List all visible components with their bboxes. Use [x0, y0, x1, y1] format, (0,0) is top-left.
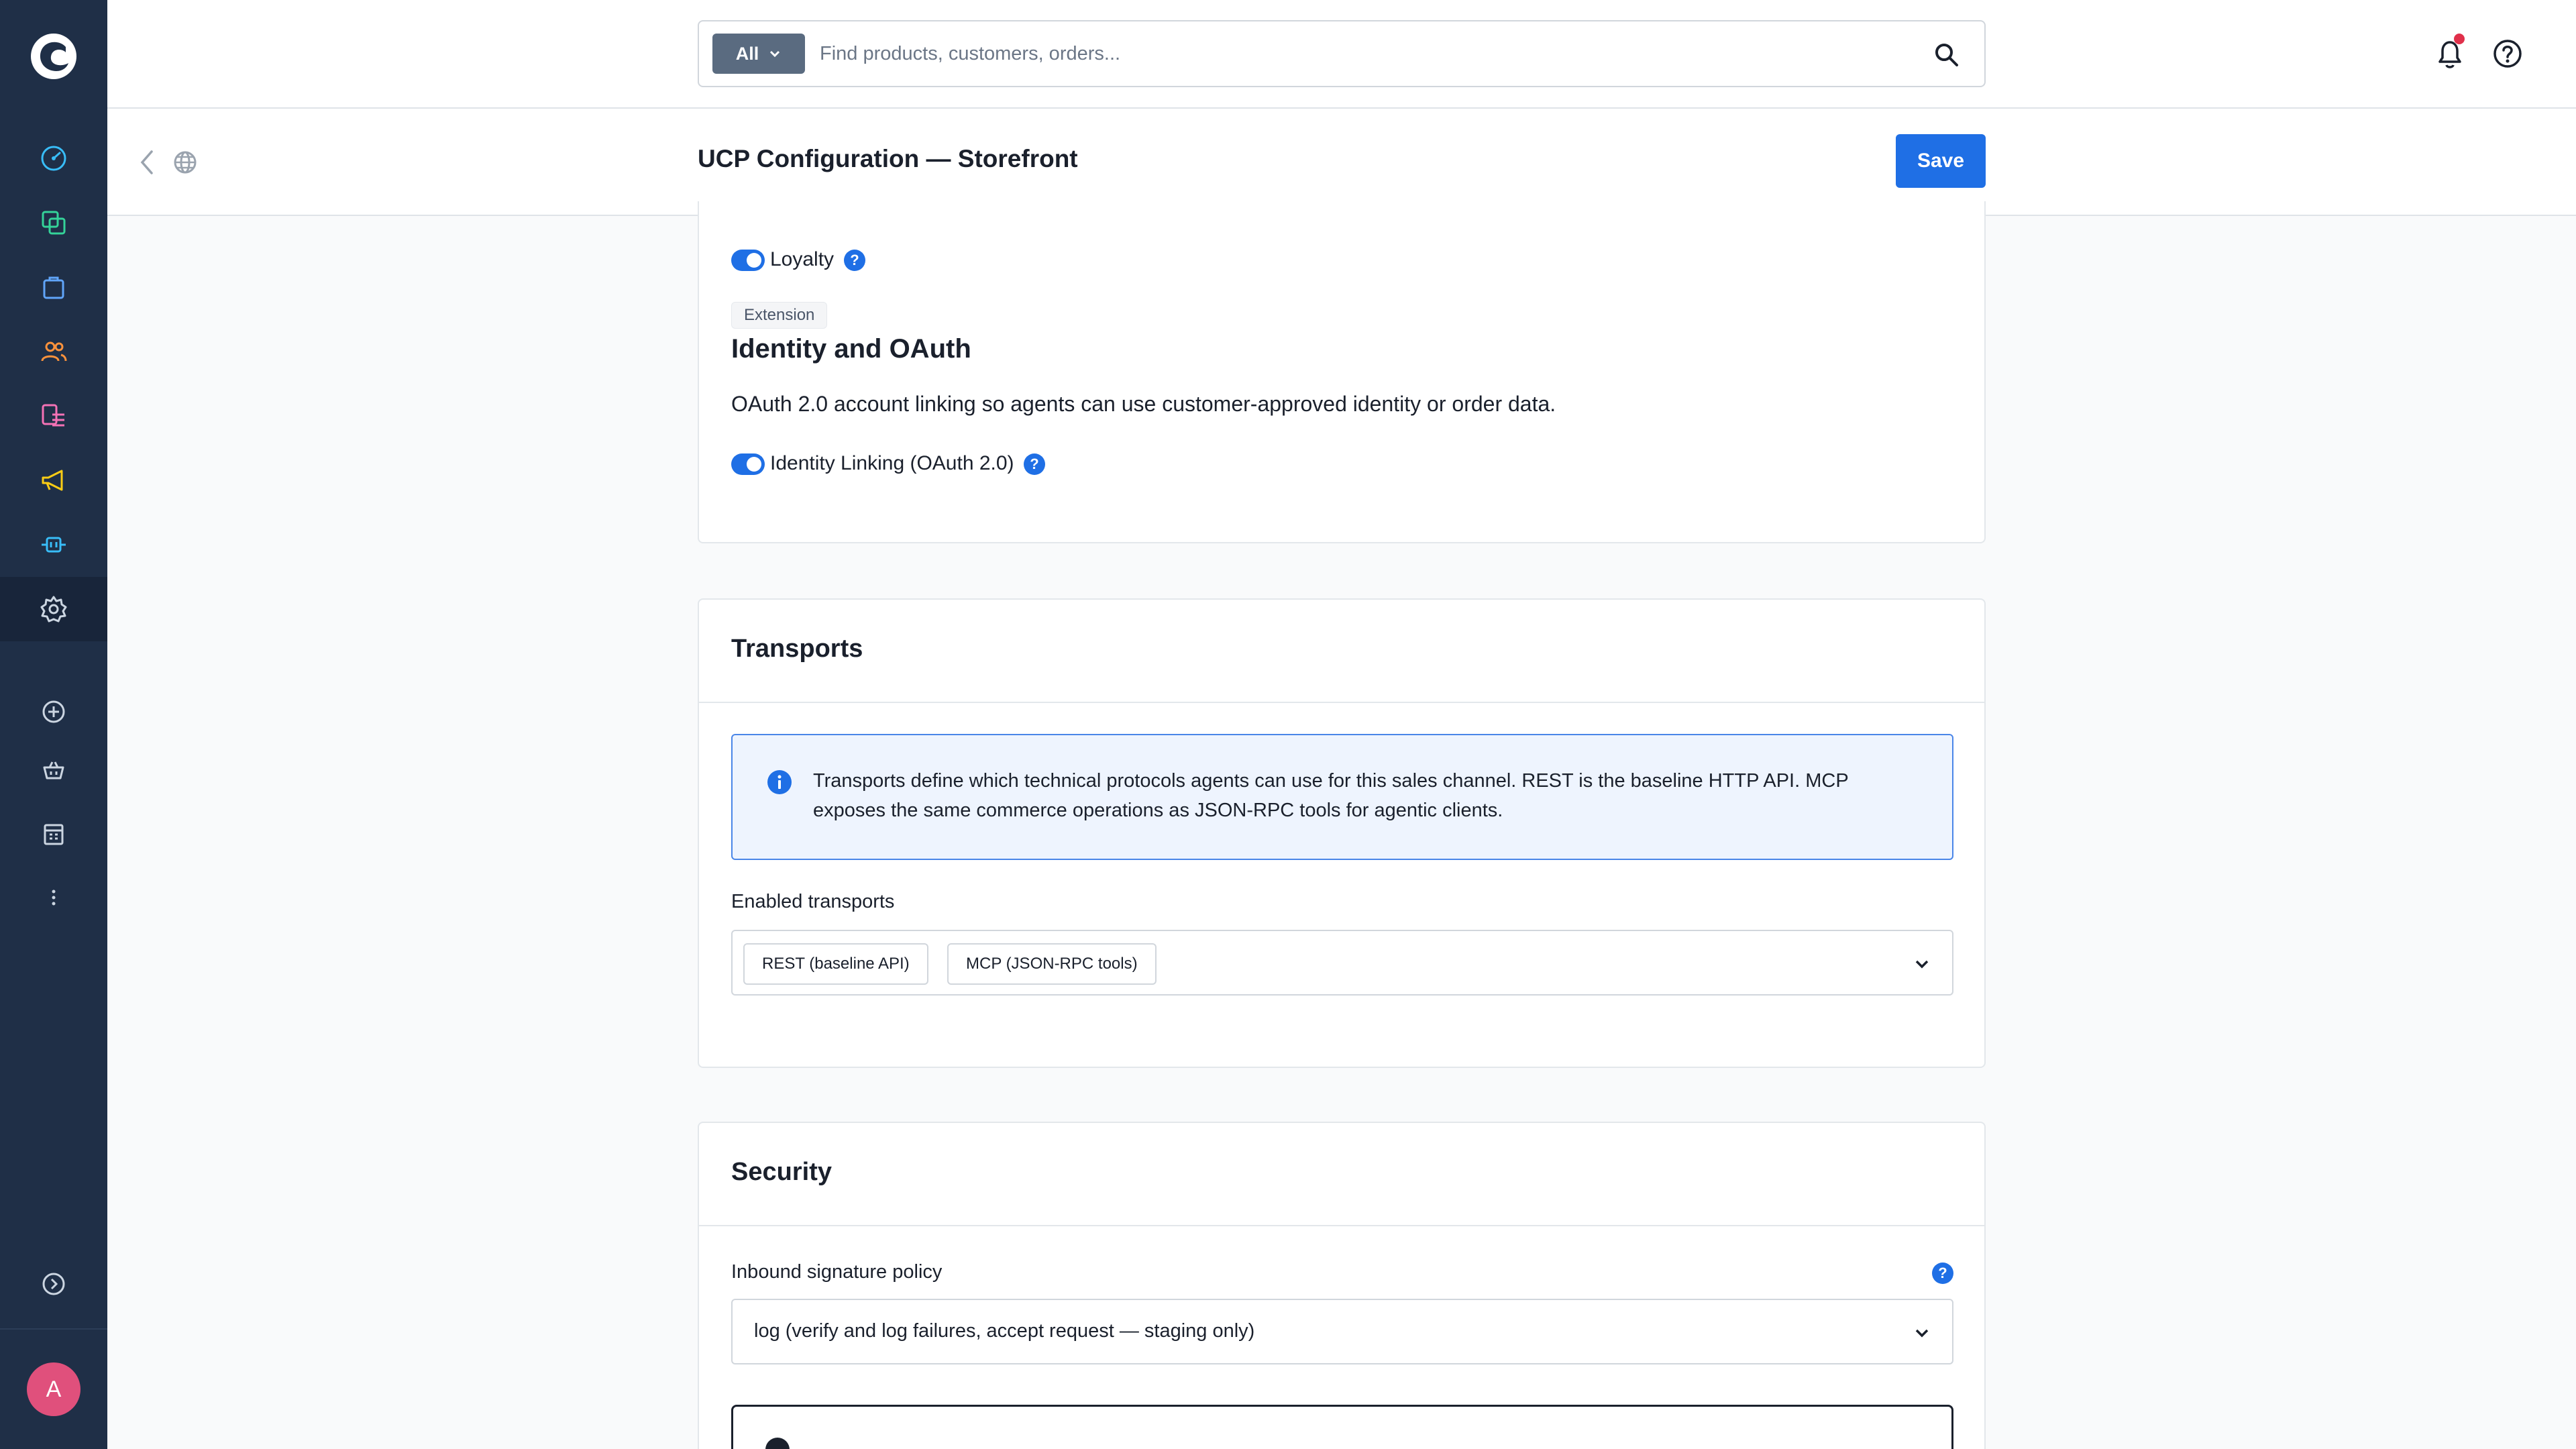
transports-card-header: Transports — [699, 600, 1984, 703]
chevron-down-icon[interactable] — [1912, 1323, 1932, 1343]
loyalty-toggle[interactable] — [731, 250, 765, 271]
sidebar-item-customers[interactable] — [0, 319, 107, 384]
gauge-icon — [41, 146, 66, 171]
warning-icon — [765, 1438, 790, 1449]
sidebar-item-orders[interactable] — [0, 255, 107, 319]
transports-title: Transports — [731, 635, 863, 663]
search-scope-label: All — [735, 43, 759, 64]
info-icon — [767, 770, 792, 794]
search-input[interactable] — [820, 34, 1920, 74]
signature-policy-label: Inbound signature policy — [731, 1261, 943, 1283]
basket-icon — [43, 761, 64, 780]
security-card: Security Inbound signature policy ? log … — [698, 1122, 1986, 1449]
enabled-transports-label: Enabled transports — [731, 891, 895, 912]
shopping-bag-icon — [43, 276, 64, 299]
identity-heading: Identity and OAuth — [731, 334, 971, 364]
security-card-header: Security — [699, 1123, 1984, 1226]
save-button[interactable]: Save — [1896, 134, 1986, 188]
sidebar-item-dashboard[interactable] — [0, 126, 107, 191]
sidebar-item-marketing[interactable] — [0, 448, 107, 513]
extension-badge: Extension — [731, 302, 828, 329]
sidebar-item-extensions[interactable] — [0, 513, 107, 577]
loyalty-help-icon[interactable]: ? — [844, 250, 865, 271]
sidebar-item-catalogues[interactable] — [0, 191, 107, 255]
sidebar-collapse-button[interactable] — [0, 1252, 107, 1316]
identity-linking-toggle[interactable] — [731, 453, 765, 475]
notification-badge — [2454, 34, 2465, 44]
avatar[interactable]: A — [27, 1362, 80, 1416]
back-chevron-icon[interactable] — [134, 148, 161, 177]
signature-policy-select[interactable]: log (verify and log failures, accept req… — [731, 1299, 1953, 1364]
sidebar-item-add-sales-channel[interactable] — [0, 680, 107, 744]
content-list-icon — [42, 404, 64, 427]
plus-circle-icon — [42, 700, 65, 723]
chevron-down-icon — [770, 50, 780, 58]
megaphone-icon — [42, 470, 63, 491]
plug-icon — [42, 537, 66, 553]
signature-policy-value: log (verify and log failures, accept req… — [754, 1320, 1255, 1342]
enabled-transports-select[interactable]: REST (baseline API) MCP (JSON-RPC tools) — [731, 930, 1953, 996]
transports-info-alert: Transports define which technical protoc… — [731, 734, 1953, 860]
sidebar-divider — [0, 1328, 107, 1330]
identity-linking-label: Identity Linking (OAuth 2.0) — [770, 452, 1014, 474]
sidebar-item-headless[interactable] — [0, 802, 107, 867]
search-scope-select[interactable]: All — [712, 34, 805, 74]
gear-icon — [40, 596, 67, 623]
sidebar-item-content[interactable] — [0, 384, 107, 448]
sidebar-item-settings[interactable] — [0, 577, 107, 641]
help-icon[interactable] — [2489, 35, 2526, 72]
transports-info-text: Transports define which technical protoc… — [813, 770, 1849, 821]
capabilities-card: Loyalty ? Extension Identity and OAuth O… — [698, 201, 1986, 543]
more-vertical-icon — [52, 890, 56, 906]
search-icon[interactable] — [1933, 42, 1960, 68]
sidebar-item-more[interactable] — [0, 865, 107, 930]
transport-chip-rest[interactable]: REST (baseline API) — [743, 943, 928, 985]
globe-icon — [174, 151, 197, 174]
identity-linking-help-icon[interactable]: ? — [1024, 453, 1045, 475]
chevron-down-icon[interactable] — [1912, 954, 1932, 974]
transports-card: Transports Transports define which techn… — [698, 598, 1986, 1068]
users-icon — [41, 341, 67, 362]
page-title: UCP Configuration — Storefront — [698, 145, 1078, 172]
security-title: Security — [731, 1158, 832, 1186]
sidebar-item-storefront[interactable] — [0, 738, 107, 802]
store-icon — [44, 824, 64, 845]
signature-policy-help-icon[interactable]: ? — [1932, 1263, 1953, 1284]
page-header: UCP Configuration — Storefront Save — [107, 109, 2576, 216]
identity-description: OAuth 2.0 account linking so agents can … — [731, 392, 1556, 416]
global-search: All — [698, 20, 1986, 87]
shopware-logo-icon[interactable] — [27, 30, 80, 83]
sidebar: A — [0, 0, 107, 1449]
loyalty-label: Loyalty — [770, 248, 835, 270]
chevron-right-circle-icon — [42, 1273, 65, 1295]
copy-icon — [42, 211, 66, 235]
transport-chip-mcp[interactable]: MCP (JSON-RPC tools) — [947, 943, 1157, 985]
top-header: All — [107, 0, 2576, 109]
signature-policy-warning — [731, 1405, 1953, 1449]
